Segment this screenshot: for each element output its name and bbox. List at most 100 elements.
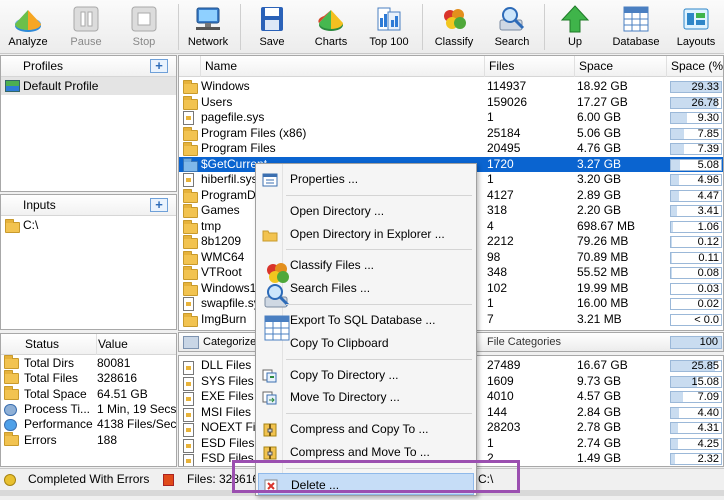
space-percent-bar: 5.08 [670, 158, 722, 171]
toolbar-separator [240, 4, 241, 50]
files-count: 1 [487, 172, 494, 186]
category-name: ESD Files [201, 435, 255, 450]
space-column-header[interactable]: Space [575, 56, 667, 77]
categorize-label: Categorize [203, 336, 257, 348]
space-value: 1.49 GB [577, 451, 622, 465]
space-value: 19.99 MB [577, 280, 629, 295]
value-column-header[interactable]: Value [94, 334, 178, 355]
menu-item-classify-files[interactable]: Classify Files ... [258, 254, 474, 284]
space-value: 2.20 GB [577, 203, 622, 217]
toolbar-label: Classify [434, 36, 474, 48]
up-button[interactable]: Up [548, 0, 602, 54]
file-name: Users [201, 94, 233, 109]
pause-button[interactable]: Pause [58, 0, 114, 54]
menu-item-compress-and-copy-to[interactable]: Compress and Copy To ... [258, 418, 474, 440]
files-count: 102 [487, 280, 508, 295]
inputs-panel: Inputs + C:\ [0, 194, 177, 330]
space-percent-value: 5.08 [697, 158, 719, 171]
files-count: 4 [487, 218, 494, 233]
menu-item-open-directory-in-explorer[interactable]: Open Directory in Explorer ... [258, 223, 474, 245]
file-name: Games [201, 203, 240, 217]
toolbar-label: Analyze [8, 36, 48, 48]
profiles-panel: Profiles + Default Profile [0, 55, 177, 192]
profile-icon [5, 80, 20, 92]
file-row[interactable]: Program Files (x86) 25184 5.06 GB 7.85 [179, 126, 723, 142]
menu-separator [286, 304, 472, 305]
status-column-header[interactable]: Status [21, 334, 97, 355]
stop-button[interactable]: Stop [116, 0, 172, 54]
status-row[interactable]: Performance 4138 Files/Sec [1, 417, 176, 433]
files-column-header[interactable]: Files [485, 56, 575, 77]
top-100-button[interactable]: Top 100 [362, 0, 416, 54]
up-arrow-icon [560, 4, 590, 34]
menu-item-properties[interactable]: Properties ... [258, 168, 474, 190]
space-percent-bar: 2.32 [670, 453, 722, 465]
classify-button[interactable]: Classify [426, 0, 482, 54]
layouts-button[interactable]: Layouts [668, 0, 724, 54]
space-percent-column-header[interactable]: Space (%) [667, 56, 723, 77]
compress-icon [262, 422, 278, 437]
add-profile-button[interactable]: + [150, 59, 168, 73]
file-row[interactable]: Program Files 20495 4.76 GB 7.39 [179, 141, 723, 157]
space-percent-value: 0.08 [697, 267, 719, 279]
menu-item-label: Open Directory in Explorer ... [290, 226, 445, 241]
layouts-icon [681, 4, 711, 34]
network-button[interactable]: Network [182, 0, 234, 54]
charts-button[interactable]: Charts [303, 0, 359, 54]
toolbar-separator [422, 4, 423, 50]
categorize-icon [183, 336, 199, 349]
space-percent-value: 7.39 [697, 143, 719, 155]
search-button[interactable]: Search [484, 0, 540, 54]
input-item-c-drive[interactable]: C:\ [1, 216, 176, 234]
file-name: Program Files (x86) [201, 125, 307, 140]
status-row[interactable]: Errors 188 [1, 431, 176, 449]
profiles-title: Profiles [23, 59, 64, 73]
status-value: 1 Min, 19 Secs [97, 401, 177, 416]
toolbar-label: Up [567, 36, 583, 48]
menu-item-copy-to-directory[interactable]: Copy To Directory ... [258, 364, 474, 386]
database-icon [262, 313, 290, 341]
file-row[interactable]: pagefile.sys 1 6.00 GB 9.30 [179, 110, 723, 126]
space-percent-value: 7.09 [697, 391, 719, 403]
menu-item-copy-to-clipboard[interactable]: Copy To Clipboard [258, 332, 474, 354]
status-indicator-icon [4, 474, 16, 486]
file-type-icon [183, 454, 194, 466]
analyze-button[interactable]: Analyze [0, 0, 56, 54]
inputs-title: Inputs [23, 198, 56, 212]
name-column-header[interactable]: Name [201, 56, 485, 77]
save-button[interactable]: Save [244, 0, 300, 54]
files-count: 1609 [487, 373, 514, 388]
status-row[interactable]: Process Ti... 1 Min, 19 Secs [1, 402, 176, 418]
menu-item-export-to-sql-database[interactable]: Export To SQL Database ... [258, 309, 474, 341]
error-log-icon[interactable] [163, 474, 174, 486]
files-count: 1720 [487, 156, 514, 171]
status-row[interactable]: Total Space 64.51 GB [1, 385, 176, 403]
icon-column-header[interactable] [179, 56, 201, 77]
file-row[interactable]: Users 159026 17.27 GB 26.78 [179, 95, 723, 111]
menu-item-open-directory[interactable]: Open Directory ... [258, 200, 474, 222]
menu-item-search-files[interactable]: Search Files ... [258, 277, 474, 308]
add-input-button[interactable]: + [150, 198, 168, 212]
menu-item-label: Compress and Copy To ... [290, 422, 429, 437]
status-row[interactable]: Total Dirs 80081 [1, 355, 176, 372]
file-categories-label[interactable]: File Categories [487, 336, 561, 348]
space-value: 3.21 MB [577, 311, 622, 326]
status-value: 64.51 GB [97, 386, 148, 401]
space-value: 698.67 MB [577, 218, 636, 233]
profile-item-default[interactable]: Default Profile [1, 77, 176, 95]
context-menu: Properties ... Open Directory ... Open Dir… [255, 163, 477, 496]
space-percent-bar: 0.08 [670, 267, 722, 279]
status-row[interactable]: Total Files 328616 [1, 370, 176, 387]
space-percent-value: 4.47 [697, 189, 719, 202]
file-name: tmp [201, 218, 222, 233]
database-button[interactable]: Database [606, 0, 666, 54]
menu-item-label: Move To Directory ... [290, 390, 400, 405]
categories-percent-bar: 100 [670, 336, 722, 349]
files-count: 1 [487, 296, 494, 310]
space-percent-value: 1.06 [697, 220, 719, 233]
file-row[interactable]: Windows 114937 18.92 GB 29.33 [179, 79, 723, 95]
analyze-icon [13, 4, 43, 34]
menu-item-move-to-directory[interactable]: Move To Directory ... [258, 386, 474, 408]
space-percent-bar: 7.39 [670, 143, 722, 155]
space-percent-value: 0.11 [698, 251, 719, 264]
